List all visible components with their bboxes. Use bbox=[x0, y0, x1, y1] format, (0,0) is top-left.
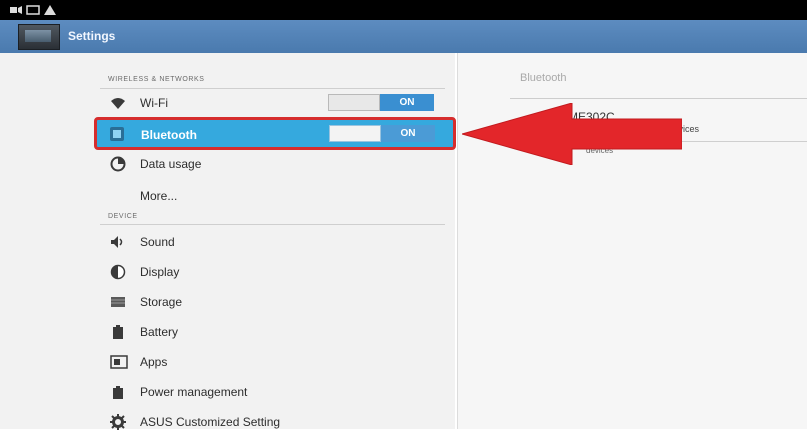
gear-icon bbox=[110, 414, 126, 430]
toggle-off-side bbox=[329, 125, 381, 142]
settings-item-more[interactable]: More... bbox=[96, 182, 458, 210]
power-management-icon bbox=[113, 386, 123, 399]
notification-icon bbox=[10, 6, 22, 14]
storage-icon bbox=[111, 297, 125, 307]
action-bar: Settings bbox=[0, 20, 807, 53]
settings-item-label: More... bbox=[140, 189, 178, 203]
settings-item-data-usage[interactable]: Data usage bbox=[96, 150, 458, 178]
settings-item-label: ASUS Customized Setting bbox=[140, 415, 281, 429]
wifi-icon bbox=[111, 98, 125, 109]
settings-item-label: Power management bbox=[140, 385, 248, 399]
toggle-on-label: ON bbox=[381, 125, 435, 142]
section-divider bbox=[100, 224, 445, 225]
settings-item-apps[interactable]: Apps bbox=[96, 348, 458, 376]
settings-item-bluetooth[interactable]: Bluetooth ON bbox=[94, 117, 456, 150]
screenshot-icon bbox=[26, 5, 40, 15]
action-bar-title: Settings bbox=[68, 29, 116, 43]
settings-item-label: Bluetooth bbox=[141, 128, 197, 142]
toggle-on-label: ON bbox=[380, 94, 434, 111]
apps-icon bbox=[110, 355, 128, 369]
settings-item-sound[interactable]: Sound bbox=[96, 228, 458, 256]
settings-item-label: Wi-Fi bbox=[140, 96, 168, 110]
settings-item-display[interactable]: Display bbox=[96, 258, 458, 286]
section-header-wireless: WIRELESS & NETWORKS bbox=[108, 76, 205, 83]
annotation-arrow bbox=[462, 103, 682, 165]
settings-item-storage[interactable]: Storage bbox=[96, 288, 458, 316]
status-bar bbox=[0, 0, 807, 20]
settings-item-power-management[interactable]: Power management bbox=[96, 378, 458, 406]
settings-item-label: Apps bbox=[140, 355, 168, 369]
warning-icon bbox=[44, 5, 56, 15]
settings-item-battery[interactable]: Battery bbox=[96, 318, 458, 346]
bluetooth-icon bbox=[110, 127, 124, 141]
toggle-off-side bbox=[328, 94, 380, 111]
settings-item-label: Display bbox=[140, 265, 180, 279]
section-header-device: DEVICE bbox=[108, 213, 138, 220]
settings-item-asus-customized[interactable]: ASUS Customized Setting bbox=[96, 408, 458, 436]
settings-item-label: Sound bbox=[140, 235, 175, 249]
bluetooth-toggle[interactable]: ON bbox=[329, 125, 435, 142]
detail-title: Bluetooth bbox=[520, 72, 567, 84]
wifi-toggle[interactable]: ON bbox=[328, 94, 434, 111]
display-icon bbox=[110, 264, 126, 280]
settings-app-icon[interactable] bbox=[18, 24, 60, 50]
settings-item-wifi[interactable]: Wi-Fi ON bbox=[96, 89, 458, 117]
detail-divider bbox=[510, 98, 807, 99]
settings-item-label: Storage bbox=[140, 295, 183, 309]
settings-item-label: Data usage bbox=[140, 157, 202, 171]
settings-item-label: Battery bbox=[140, 325, 179, 339]
speaker-icon bbox=[111, 236, 123, 248]
battery-icon bbox=[113, 325, 123, 339]
data-usage-icon bbox=[110, 156, 126, 172]
